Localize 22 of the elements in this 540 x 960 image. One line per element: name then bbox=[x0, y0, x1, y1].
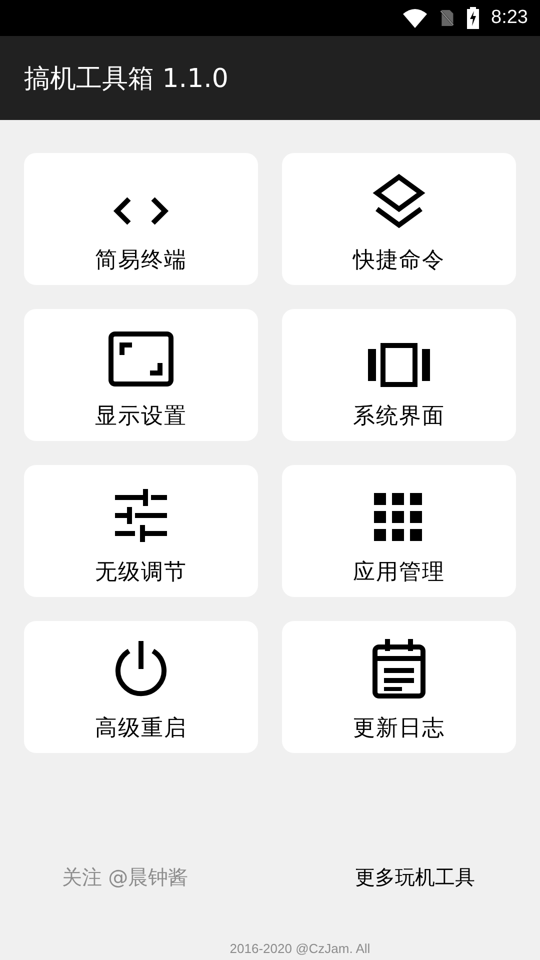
copyright-text: 2016-2020 @CzJam. All bbox=[230, 941, 370, 956]
wifi-icon bbox=[403, 8, 428, 28]
tool-tile[interactable]: 应用管理 bbox=[282, 465, 516, 597]
no-sim-icon bbox=[439, 8, 456, 28]
clock-time: 8:23 bbox=[491, 7, 528, 29]
more-tools-link[interactable]: 更多玩机工具 bbox=[290, 864, 540, 891]
calendar-note-icon bbox=[372, 639, 426, 699]
layers-icon bbox=[371, 173, 427, 231]
tool-tile[interactable]: 显示设置 bbox=[24, 309, 258, 441]
tool-tile[interactable]: 系统界面 bbox=[282, 309, 516, 441]
tool-tile[interactable]: 快捷命令 bbox=[282, 153, 516, 285]
power-icon bbox=[113, 639, 169, 699]
screen-frame-icon bbox=[108, 331, 174, 387]
app-title: 搞机工具箱 1.1.0 bbox=[24, 62, 228, 96]
sliders-icon bbox=[113, 487, 169, 543]
tool-tile[interactable]: 高级重启 bbox=[24, 621, 258, 753]
tool-tile[interactable]: 无级调节 bbox=[24, 465, 258, 597]
tool-tile[interactable]: 更新日志 bbox=[282, 621, 516, 753]
battery-charging-icon bbox=[467, 7, 480, 29]
grid-icon bbox=[374, 493, 424, 543]
tool-tile[interactable]: 简易终端 bbox=[24, 153, 258, 285]
carousel-icon bbox=[368, 343, 430, 387]
